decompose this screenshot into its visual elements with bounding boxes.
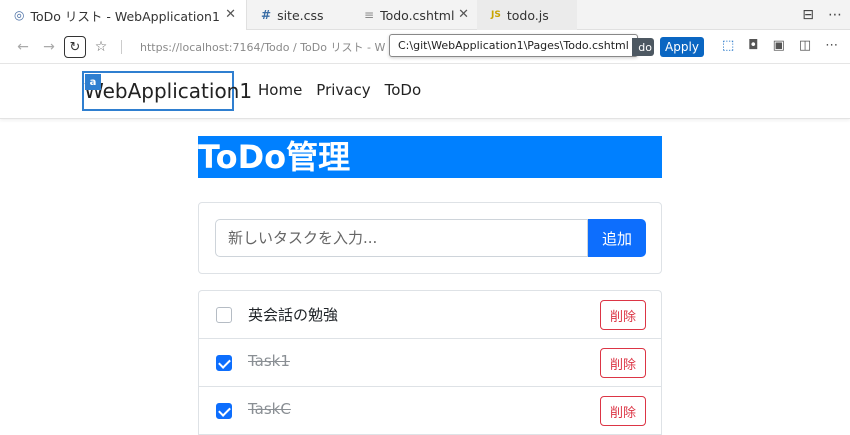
url-field[interactable]: https://localhost:7164/Todo / ToDo リスト -… (140, 39, 385, 55)
todo-checkbox[interactable] (216, 355, 232, 371)
camera-icon[interactable]: ◘ (748, 38, 758, 53)
brand-text: WebApplication1 (84, 79, 253, 103)
tab-label: todo.js (506, 7, 549, 23)
do-button[interactable]: do (632, 38, 654, 56)
todo-list: 英会話の勉強 削除 Task1 削除 TaskC 削除 (198, 290, 662, 435)
console-icon[interactable]: ▣ (773, 38, 785, 53)
todo-text: Task1 (248, 352, 290, 370)
tab-todo-cshtml[interactable]: ≡ Todo.cshtml ✕ (350, 0, 477, 30)
page-title: ToDo管理 (198, 136, 662, 178)
nav-link-todo[interactable]: ToDo (385, 81, 422, 99)
panel-icon[interactable]: ◫ (799, 38, 811, 53)
todo-item: Task1 削除 (199, 339, 661, 387)
site-navbar: a WebApplication1 Home Privacy ToDo (0, 64, 850, 119)
delete-button[interactable]: 削除 (600, 348, 646, 378)
tab-label: site.css (277, 7, 324, 23)
close-icon[interactable]: ✕ (458, 7, 469, 22)
forward-icon[interactable]: → (38, 36, 60, 58)
refresh-icon[interactable]: ↻ (64, 36, 86, 58)
close-icon[interactable]: ✕ (225, 7, 236, 22)
star-icon[interactable]: ☆ (90, 36, 112, 58)
delete-button[interactable]: 削除 (600, 396, 646, 426)
window-controls: ⊟ ⋯ (802, 0, 850, 30)
layout-icon[interactable]: ⊟ (802, 7, 814, 23)
tab-todo-js[interactable]: JS todo.js (477, 0, 577, 30)
globe-icon: ◎ (14, 8, 25, 22)
brand-link[interactable]: a WebApplication1 (82, 71, 252, 111)
inspect-icon[interactable]: ⬚ (722, 38, 734, 53)
todo-item: 英会話の勉強 削除 (199, 291, 661, 339)
delete-button[interactable]: 削除 (600, 300, 646, 330)
new-task-input[interactable] (215, 219, 588, 257)
new-task-card: 追加 (198, 202, 662, 274)
todo-checkbox[interactable] (216, 403, 232, 419)
todo-checkbox[interactable] (216, 307, 232, 323)
file-icon: ≡ (364, 8, 375, 22)
back-icon[interactable]: ← (12, 36, 34, 58)
js-icon: JS (491, 10, 501, 20)
address-tools: ⬚ ◘ ▣ ◫ ⋯ (722, 38, 838, 53)
nav-link-home[interactable]: Home (258, 81, 302, 99)
selection-badge: a (85, 74, 101, 90)
tab-todo-list[interactable]: ◎ ToDo リスト - WebApplication1 ✕ (0, 0, 247, 30)
nav-link-privacy[interactable]: Privacy (316, 81, 370, 99)
tab-label: ToDo リスト - WebApplication1 (30, 8, 220, 24)
apply-button[interactable]: Apply (660, 37, 704, 57)
path-tooltip: C:\git\WebApplication1\Pages\Todo.cshtml (389, 34, 638, 57)
add-button[interactable]: 追加 (588, 219, 646, 257)
todo-text: 英会話の勉強 (248, 306, 339, 324)
browser-tab-bar: ◎ ToDo リスト - WebApplication1 ✕ # site.cs… (0, 0, 850, 30)
todo-text: TaskC (248, 400, 291, 418)
tab-label: Todo.cshtml (380, 7, 455, 23)
more-icon[interactable]: ⋯ (825, 38, 838, 53)
more-icon[interactable]: ⋯ (828, 7, 842, 23)
nav-links: Home Privacy ToDo (258, 81, 421, 99)
hash-icon: # (261, 8, 272, 22)
tab-site-css[interactable]: # site.css (247, 0, 347, 30)
divider (121, 40, 122, 54)
